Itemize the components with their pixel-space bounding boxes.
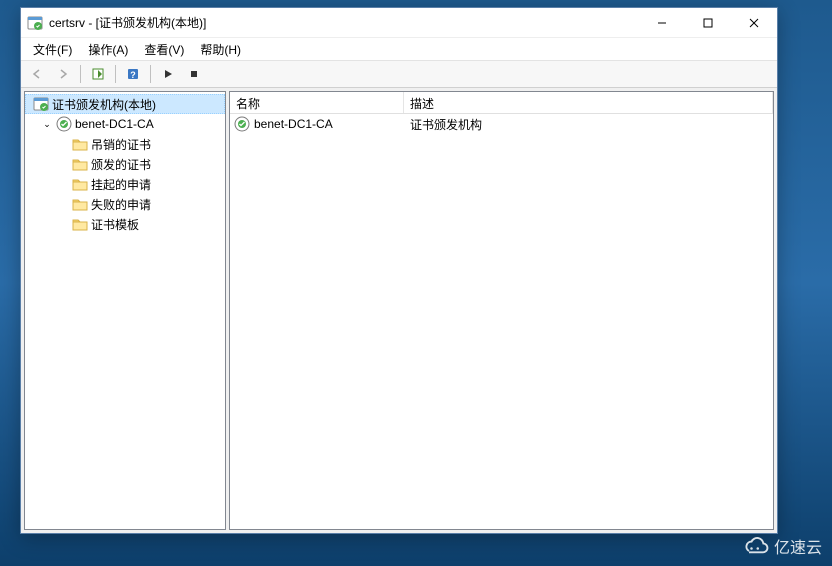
help-button[interactable]: ? (121, 63, 145, 85)
expander-icon[interactable]: ⌄ (41, 119, 53, 130)
folder-icon (72, 176, 88, 192)
cell-desc: 证书颁发机构 (404, 116, 773, 133)
tree-revoked-label: 吊销的证书 (91, 136, 151, 153)
toolbar-separator (150, 65, 151, 83)
menu-help[interactable]: 帮助(H) (192, 39, 249, 60)
ca-icon (234, 116, 250, 132)
row-name-text: benet-DC1-CA (254, 117, 333, 131)
tree-failed-label: 失败的申请 (91, 196, 151, 213)
play-button[interactable] (156, 63, 180, 85)
minimize-button[interactable] (639, 8, 685, 38)
body-area: 证书颁发机构(本地) ⌄ benet-DC1-CA 吊销的证书 颁发的证书 挂起… (21, 88, 777, 533)
tree-ca-label: benet-DC1-CA (75, 117, 154, 131)
toolbar-separator (80, 65, 81, 83)
menu-bar: 文件(F) 操作(A) 查看(V) 帮助(H) (21, 38, 777, 60)
menu-view[interactable]: 查看(V) (136, 39, 192, 60)
toolbar-separator (115, 65, 116, 83)
watermark-text: 亿速云 (774, 534, 822, 558)
tree-issued[interactable]: 颁发的证书 (25, 154, 225, 174)
tree-pending[interactable]: 挂起的申请 (25, 174, 225, 194)
app-icon (27, 15, 43, 31)
properties-button[interactable] (86, 63, 110, 85)
forward-button[interactable] (51, 63, 75, 85)
tree-failed[interactable]: 失败的申请 (25, 194, 225, 214)
toolbar: ? (21, 60, 777, 88)
app-window: certsrv - [证书颁发机构(本地)] 文件(F) 操作(A) 查看(V)… (20, 7, 778, 534)
cell-name: benet-DC1-CA (230, 116, 404, 132)
menu-file[interactable]: 文件(F) (25, 39, 80, 60)
folder-icon (72, 196, 88, 212)
svg-text:?: ? (130, 70, 136, 80)
window-title: certsrv - [证书颁发机构(本地)] (49, 14, 639, 31)
window-controls (639, 8, 777, 37)
maximize-button[interactable] (685, 8, 731, 38)
stop-button[interactable] (182, 63, 206, 85)
column-desc[interactable]: 描述 (404, 92, 773, 113)
tree-root[interactable]: 证书颁发机构(本地) (25, 94, 225, 114)
menu-action[interactable]: 操作(A) (80, 39, 136, 60)
tree-revoked[interactable]: 吊销的证书 (25, 134, 225, 154)
tree-pending-label: 挂起的申请 (91, 176, 151, 193)
tree-issued-label: 颁发的证书 (91, 156, 151, 173)
folder-icon (72, 216, 88, 232)
column-name[interactable]: 名称 (230, 92, 404, 113)
list-row[interactable]: benet-DC1-CA 证书颁发机构 (230, 114, 773, 134)
tree-pane[interactable]: 证书颁发机构(本地) ⌄ benet-DC1-CA 吊销的证书 颁发的证书 挂起… (24, 91, 226, 530)
tree-templates-label: 证书模板 (91, 216, 139, 233)
cloud-icon (738, 536, 770, 556)
close-button[interactable] (731, 8, 777, 38)
ca-icon (56, 116, 72, 132)
tree-templates[interactable]: 证书模板 (25, 214, 225, 234)
list-header: 名称 描述 (230, 92, 773, 114)
back-button[interactable] (25, 63, 49, 85)
tree-ca[interactable]: ⌄ benet-DC1-CA (25, 114, 225, 134)
list-pane[interactable]: 名称 描述 benet-DC1-CA 证书颁发机构 (229, 91, 774, 530)
title-bar[interactable]: certsrv - [证书颁发机构(本地)] (21, 8, 777, 38)
ca-root-icon (33, 96, 49, 112)
folder-icon (72, 156, 88, 172)
watermark: 亿速云 (738, 534, 822, 558)
folder-icon (72, 136, 88, 152)
tree-root-label: 证书颁发机构(本地) (52, 96, 156, 113)
